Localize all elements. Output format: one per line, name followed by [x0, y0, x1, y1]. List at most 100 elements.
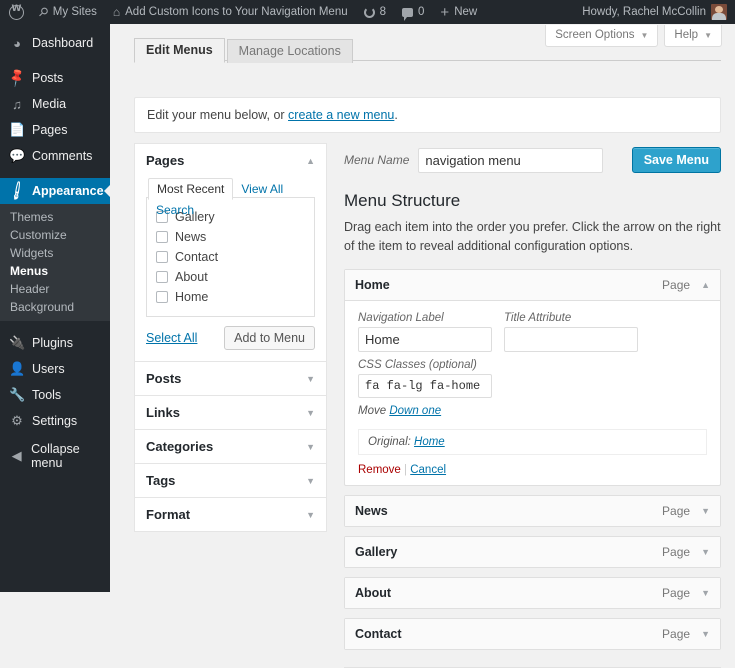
new-content-menu[interactable]: + New — [432, 0, 485, 24]
pages-metabox-footer: Select All Add to Menu — [146, 317, 315, 350]
chevron-up-icon[interactable]: ▲ — [701, 280, 710, 290]
menu-item-settings: Navigation Label Title Attribute CSS Cla… — [345, 301, 720, 485]
settings-sliders-icon: ⚙ — [11, 413, 23, 428]
sidebar-item-appearance[interactable]: 🖌 Appearance — [0, 178, 111, 204]
chevron-down-icon[interactable]: ▼ — [306, 374, 315, 384]
checkbox-home[interactable] — [156, 291, 168, 303]
title-attribute-input[interactable] — [504, 326, 638, 352]
key-icon: ⚲ — [35, 3, 52, 21]
css-classes-field: CSS Classes (optional) — [358, 359, 707, 398]
list-item[interactable]: News — [156, 227, 306, 247]
sidebar-item-posts[interactable]: 📌 Posts — [0, 65, 110, 91]
original-link[interactable]: Home — [414, 436, 445, 448]
checkbox-contact[interactable] — [156, 251, 168, 263]
menu-item-home: Home Page ▲ Navigation Label Title Attri… — [344, 268, 721, 486]
list-item[interactable]: Contact — [156, 247, 306, 267]
submenu-item-widgets[interactable]: Widgets — [0, 244, 110, 262]
notice-text-before: Edit your menu below, or — [147, 108, 289, 122]
menu-structure-heading: Menu Structure — [344, 191, 461, 210]
admin-bar: ⚲ My Sites ⌂ Add Custom Icons to Your Na… — [0, 0, 735, 24]
chevron-down-icon[interactable]: ▼ — [306, 408, 315, 418]
updates-button[interactable]: 8 — [356, 0, 394, 24]
sidebar-item-plugins[interactable]: 🔌 Plugins — [0, 330, 110, 356]
sidebar-item-comments[interactable]: 💬 Comments — [0, 143, 110, 169]
users-icon: 👤 — [9, 361, 26, 376]
sidebar-item-dashboard[interactable]: ◕ Dashboard — [0, 30, 110, 56]
list-item[interactable]: Home — [156, 287, 306, 307]
pages-tab-search[interactable]: Search — [148, 200, 202, 220]
add-to-menu-button[interactable]: Add to Menu — [224, 326, 315, 350]
format-metabox-header[interactable]: Format ▼ — [135, 498, 326, 531]
links-metabox-header[interactable]: Links ▼ — [135, 396, 326, 429]
nav-tabs: Edit Menus Manage Locations — [134, 38, 721, 63]
chevron-down-icon[interactable]: ▼ — [701, 547, 710, 557]
list-item[interactable]: About — [156, 267, 306, 287]
menu-item-header[interactable]: About Page ▼ — [345, 577, 720, 608]
submenu-item-header[interactable]: Header — [0, 280, 110, 298]
wp-logo-button[interactable] — [0, 0, 31, 24]
title-attribute-field: Title Attribute — [504, 312, 638, 352]
create-new-menu-link[interactable]: create a new menu — [288, 108, 394, 122]
sidebar-item-settings[interactable]: ⚙ Settings — [0, 408, 110, 434]
menu-item-header[interactable]: Contact Page ▼ — [345, 618, 720, 649]
checkbox-news[interactable] — [156, 231, 168, 243]
submenu-item-customize[interactable]: Customize — [0, 226, 110, 244]
notice-text-after: . — [394, 108, 398, 122]
navigation-label-label: Navigation Label — [358, 311, 444, 324]
pages-tab-most-recent[interactable]: Most Recent — [148, 178, 234, 200]
navigation-label-input[interactable] — [358, 326, 492, 352]
submenu-item-themes[interactable]: Themes — [0, 208, 110, 226]
sidebar-item-label: Comments — [32, 149, 93, 163]
cancel-link[interactable]: Cancel — [410, 464, 446, 476]
avatar — [711, 4, 727, 20]
sidebar-item-users[interactable]: 👤 Users — [0, 356, 110, 382]
chevron-down-icon[interactable]: ▼ — [306, 510, 315, 520]
tab-edit-menus[interactable]: Edit Menus — [134, 38, 225, 63]
submenu-item-menus[interactable]: Menus — [0, 262, 110, 280]
chevron-down-icon[interactable]: ▼ — [701, 588, 710, 598]
menu-item-header[interactable]: Gallery Page ▼ — [345, 536, 720, 567]
posts-metabox-header[interactable]: Posts ▼ — [135, 362, 326, 395]
sidebar-item-media[interactable]: ♫ Media — [0, 91, 110, 117]
categories-metabox-title: Categories — [146, 439, 214, 454]
my-sites-menu[interactable]: ⚲ My Sites — [31, 0, 105, 24]
pages-tab-view-all[interactable]: View All — [233, 179, 291, 199]
menu-edit-column: Menu Name Save Menu Menu Structure Drag … — [344, 143, 721, 668]
navigation-label-field: Navigation Label — [358, 312, 492, 352]
categories-metabox-header[interactable]: Categories ▼ — [135, 430, 326, 463]
updates-count: 8 — [379, 6, 387, 18]
action-separator: | — [404, 463, 408, 476]
chevron-down-icon[interactable]: ▼ — [306, 476, 315, 486]
chevron-down-icon[interactable]: ▼ — [701, 629, 710, 639]
sidebar-item-pages[interactable]: 📄 Pages — [0, 117, 110, 143]
plugins-icon: 🔌 — [9, 335, 26, 350]
comments-button[interactable]: 0 — [394, 0, 432, 24]
move-label: Move — [358, 404, 387, 417]
chevron-down-icon[interactable]: ▼ — [306, 442, 315, 452]
menu-item-type: Page — [662, 544, 691, 559]
site-name-menu[interactable]: ⌂ Add Custom Icons to Your Navigation Me… — [105, 0, 356, 24]
menu-item-header[interactable]: Home Page ▲ — [345, 269, 720, 301]
chevron-down-icon[interactable]: ▼ — [701, 506, 710, 516]
tab-manage-locations[interactable]: Manage Locations — [226, 39, 353, 63]
select-all-link[interactable]: Select All — [146, 331, 197, 345]
collapse-menu-button[interactable]: ◀ Collapse menu — [0, 442, 110, 470]
new-label: New — [454, 6, 478, 18]
menu-name-input[interactable] — [418, 147, 604, 173]
wordpress-logo-icon — [9, 4, 24, 20]
submenu-item-background[interactable]: Background — [0, 298, 110, 316]
my-account-menu[interactable]: Howdy, Rachel McCollin — [574, 0, 735, 24]
chevron-up-icon[interactable]: ▲ — [306, 156, 315, 166]
menu-item-header[interactable]: News Page ▼ — [345, 495, 720, 526]
sidebar-item-label: Users — [32, 362, 65, 376]
pages-metabox-title: Pages — [146, 153, 185, 168]
remove-link[interactable]: Remove — [358, 464, 401, 476]
pages-metabox-header[interactable]: Pages ▲ — [135, 144, 326, 177]
save-menu-button[interactable]: Save Menu — [631, 147, 721, 173]
tags-metabox-header[interactable]: Tags ▼ — [135, 464, 326, 497]
css-classes-input[interactable] — [358, 373, 492, 398]
checkbox-about[interactable] — [156, 271, 168, 283]
move-down-one-link[interactable]: Down one — [389, 405, 441, 417]
sidebar-item-tools[interactable]: 🔧 Tools — [0, 382, 110, 408]
menu-item-news: News Page ▼ — [344, 494, 721, 527]
